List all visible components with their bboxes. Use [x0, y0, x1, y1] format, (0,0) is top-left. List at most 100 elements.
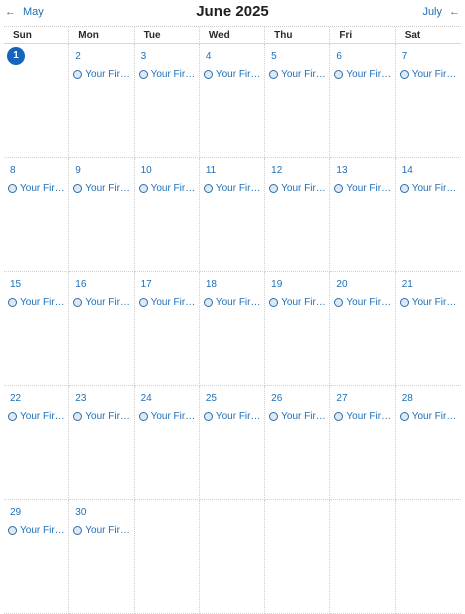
day-number[interactable]: 17 [141, 279, 152, 290]
day-cell[interactable]: 10 Your Firs... [134, 158, 200, 272]
day-number[interactable]: 3 [141, 51, 147, 62]
calendar-event[interactable]: Your Firs... [269, 69, 327, 80]
empty-day-cell [199, 500, 266, 614]
day-number[interactable]: 18 [206, 279, 217, 290]
calendar-event[interactable]: Your Firs... [73, 411, 132, 422]
day-number[interactable]: 8 [10, 165, 16, 176]
day-cell[interactable]: 27 Your Firs... [330, 386, 396, 500]
calendar-event[interactable]: Your Firs... [138, 183, 197, 194]
day-cell[interactable]: 8 Your Firs... [4, 158, 70, 272]
day-cell[interactable]: 12 Your Firs... [265, 158, 331, 272]
calendar-event[interactable]: Your Firs... [269, 411, 327, 422]
day-number[interactable]: 20 [336, 279, 347, 290]
day-cell[interactable]: 14 Your Firs... [395, 158, 461, 272]
day-number[interactable]: 16 [75, 279, 86, 290]
day-number[interactable]: 10 [141, 165, 152, 176]
day-number[interactable]: 19 [271, 279, 282, 290]
calendar-event[interactable]: Your Firs... [334, 411, 393, 422]
day-number[interactable]: 29 [10, 507, 21, 518]
circle-icon [138, 70, 148, 79]
day-number[interactable]: 12 [271, 165, 282, 176]
day-number[interactable]: 14 [402, 165, 413, 176]
calendar-event[interactable]: Your Firs... [73, 69, 132, 80]
day-cell[interactable]: 28 Your Firs... [395, 386, 461, 500]
calendar-event[interactable]: Your Firs... [73, 183, 132, 194]
day-number[interactable]: 28 [402, 393, 413, 404]
circle-icon [334, 412, 344, 421]
day-number[interactable]: 11 [206, 165, 216, 176]
circle-icon [399, 298, 409, 307]
calendar-event[interactable]: Your Firs... [334, 183, 393, 194]
day-number[interactable]: 4 [206, 51, 212, 62]
day-number[interactable]: 9 [75, 165, 81, 176]
day-number[interactable]: 21 [402, 279, 413, 290]
day-number[interactable]: 27 [336, 393, 347, 404]
day-number[interactable]: 25 [206, 393, 217, 404]
day-cell[interactable]: 24 Your Firs... [134, 386, 200, 500]
day-cell[interactable]: 30 Your Firs... [69, 500, 135, 614]
day-number[interactable]: 30 [75, 507, 86, 518]
day-number[interactable]: 26 [271, 393, 282, 404]
day-cell[interactable]: 18 Your Firs... [199, 272, 266, 386]
circle-icon [8, 526, 17, 535]
day-cell[interactable]: 4 Your Firs... [199, 44, 266, 158]
calendar-event[interactable]: Your Firs... [8, 297, 66, 308]
calendar-event[interactable]: Your Firs... [138, 411, 197, 422]
circle-icon [203, 298, 213, 307]
day-number[interactable]: 7 [402, 51, 408, 62]
calendar-event[interactable]: Your Firs... [8, 183, 66, 194]
day-cell[interactable]: 7 Your Firs... [395, 44, 461, 158]
day-number[interactable]: 24 [141, 393, 152, 404]
calendar-event[interactable]: Your Firs... [138, 297, 197, 308]
calendar-event[interactable]: Your Firs... [399, 411, 459, 422]
day-cell[interactable]: 3 Your Firs... [134, 44, 200, 158]
day-cell[interactable]: 6 Your Firs... [330, 44, 396, 158]
calendar-event[interactable]: Your Firs... [138, 69, 197, 80]
day-number[interactable]: 13 [336, 165, 347, 176]
day-cell[interactable]: 1 [4, 44, 70, 158]
day-cell[interactable]: 26 Your Firs... [265, 386, 331, 500]
calendar-event[interactable]: Your Firs... [203, 69, 262, 80]
next-month-link[interactable]: July ← [422, 6, 460, 18]
calendar-event[interactable]: Your Firs... [269, 183, 327, 194]
calendar-event[interactable]: Your Firs... [399, 297, 459, 308]
day-cell[interactable]: 22 Your Firs... [4, 386, 70, 500]
day-cell[interactable]: 16 Your Firs... [69, 272, 135, 386]
calendar-event[interactable]: Your Firs... [203, 183, 262, 194]
calendar-event[interactable]: Your Firs... [73, 525, 132, 536]
day-cell[interactable]: 17 Your Firs... [134, 272, 200, 386]
day-number[interactable]: 23 [75, 393, 86, 404]
calendar-event[interactable]: Your Firs... [73, 297, 132, 308]
day-number[interactable]: 2 [75, 51, 81, 62]
calendar-event[interactable]: Your Firs... [203, 411, 262, 422]
day-cell[interactable]: 23 Your Firs... [69, 386, 135, 500]
day-cell[interactable]: 21 Your Firs... [395, 272, 461, 386]
day-cell[interactable]: 9 Your Firs... [69, 158, 135, 272]
day-number[interactable]: 6 [336, 51, 342, 62]
today-day-number[interactable]: 1 [7, 47, 25, 65]
day-cell[interactable]: 5 Your Firs... [265, 44, 331, 158]
circle-icon [203, 70, 213, 79]
event-label: Your Firs... [346, 297, 393, 308]
day-cell[interactable]: 20 Your Firs... [330, 272, 396, 386]
day-cell[interactable]: 29 Your Firs... [4, 500, 70, 614]
calendar-event[interactable]: Your Firs... [269, 297, 327, 308]
calendar-event[interactable]: Your Firs... [334, 297, 393, 308]
calendar-event[interactable]: Your Firs... [334, 69, 393, 80]
day-cell[interactable]: 13 Your Firs... [330, 158, 396, 272]
day-cell[interactable]: 25 Your Firs... [199, 386, 266, 500]
event-label: Your Firs... [346, 69, 393, 80]
day-number[interactable]: 15 [10, 279, 21, 290]
day-number[interactable]: 22 [10, 393, 21, 404]
calendar-event[interactable]: Your Firs... [8, 525, 66, 536]
day-number[interactable]: 5 [271, 51, 277, 62]
calendar-event[interactable]: Your Firs... [8, 411, 66, 422]
day-cell[interactable]: 19 Your Firs... [265, 272, 331, 386]
day-cell[interactable]: 11 Your Firs... [199, 158, 266, 272]
event-label: Your Firs... [20, 525, 67, 536]
day-cell[interactable]: 15 Your Firs... [4, 272, 70, 386]
calendar-event[interactable]: Your Firs... [399, 183, 459, 194]
calendar-event[interactable]: Your Firs... [203, 297, 262, 308]
day-cell[interactable]: 2 Your Firs... [69, 44, 135, 158]
calendar-event[interactable]: Your Firs... [399, 69, 459, 80]
